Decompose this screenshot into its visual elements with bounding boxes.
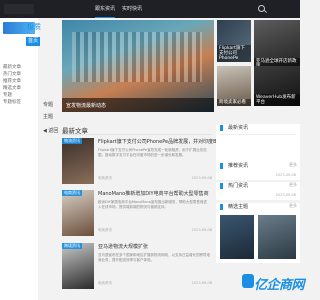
nav-item-flash[interactable]: 实时快讯 bbox=[122, 5, 142, 12]
article-meta: 电商资讯 bbox=[98, 176, 112, 180]
article-date: 2023-09-08 bbox=[191, 281, 212, 285]
panel-item-date: 2023-09-08 bbox=[275, 193, 296, 197]
featured-tile-2[interactable]: 亚马逊全球开店新政策 bbox=[254, 20, 300, 70]
panel-item-date: 2023-09-08 bbox=[275, 173, 296, 177]
article-thumbnail[interactable]: 跨境资讯 bbox=[62, 243, 94, 289]
article-item[interactable]: 电商资讯 ManoMano推新增加DIY电商平台帮助大型零售商 欧洲DIY家居电… bbox=[62, 190, 212, 240]
nav-item-news[interactable]: 跟东资讯 bbox=[95, 5, 116, 18]
panel-divider bbox=[220, 134, 296, 135]
featured-tile-caption: 跨境卖家必看 bbox=[217, 99, 251, 106]
left-sidebar bbox=[0, 18, 38, 300]
hero-banner[interactable]: 宣发物流最新动态 bbox=[62, 20, 214, 112]
article-title[interactable]: 亚马逊物流大规模扩张 bbox=[98, 243, 148, 250]
panel-more-link[interactable]: 更多 bbox=[289, 182, 297, 188]
article-thumbnail[interactable]: 物流资讯 bbox=[62, 138, 94, 184]
side-button-theme[interactable]: 主题 bbox=[43, 113, 53, 120]
side-button-back[interactable]: ◀ 返回 bbox=[43, 127, 58, 134]
article-tag: 物流资讯 bbox=[62, 138, 82, 144]
watermark-logo: 亿企商网 bbox=[240, 270, 305, 296]
sidebar-title: 极质 bbox=[27, 23, 41, 31]
article-description: 欧洲DIY家居电商平台ManoMano宣布推出新服务，帮助大型零售商进入在线市场… bbox=[98, 200, 207, 209]
panel-accent-bar bbox=[220, 183, 223, 189]
section-divider bbox=[62, 134, 212, 135]
hero-caption: 宣发物流最新动态 bbox=[66, 103, 107, 109]
article-tag: 跨境资讯 bbox=[62, 243, 82, 249]
topic-card-image[interactable] bbox=[258, 215, 296, 259]
right-panel-featured-topics: 精选主题 更多 bbox=[216, 203, 300, 263]
side-button-topic[interactable]: 专题 bbox=[43, 101, 53, 108]
sidebar-item-featured[interactable]: 精选文章 bbox=[3, 85, 21, 91]
panel-heading: 最新资讯 bbox=[228, 125, 249, 131]
featured-tile-3[interactable]: 跨境卖家必看 bbox=[217, 66, 251, 106]
hero-caption-bar: 宣发物流最新动态 bbox=[62, 98, 214, 112]
article-description: Flipkart旗下支付公司PhonePe宣布完成一轮新融资，用于扩展业务范围，… bbox=[98, 148, 207, 157]
right-panel-latest: 最新资讯 bbox=[216, 124, 300, 162]
panel-accent-bar bbox=[220, 163, 223, 169]
article-tag: 电商资讯 bbox=[62, 190, 82, 196]
article-item[interactable]: 跨境资讯 亚马逊物流大规模扩张 亚马逊宣布在多个国家和地区扩展其物流网络，以支持… bbox=[62, 243, 212, 293]
right-panel-hot: 热门资讯 更多 2023-09-08 bbox=[216, 182, 300, 200]
featured-tile-1[interactable]: Flipkart旗下支付公司PhonePe bbox=[217, 20, 251, 62]
topic-card-image[interactable] bbox=[220, 215, 254, 259]
sidebar-item-topic-tags[interactable]: 专题标签 bbox=[3, 99, 21, 105]
panel-heading: 热门资讯 bbox=[228, 183, 249, 189]
article-description: 亚马逊宣布在多个国家和地区扩展其物流网络，以支持日益增长的跨境电商业务，提升配送… bbox=[98, 253, 210, 262]
panel-heading: 精选主题 bbox=[228, 204, 249, 210]
article-thumbnail[interactable]: 电商资讯 bbox=[62, 190, 94, 236]
panel-accent-bar bbox=[220, 204, 223, 210]
panel-more-link[interactable]: 更多 bbox=[289, 203, 297, 209]
watermark-text: 亿企商网 bbox=[254, 278, 305, 293]
search-icon[interactable] bbox=[258, 5, 265, 12]
sidebar-item-topic[interactable]: 专题 bbox=[3, 92, 12, 98]
article-date: 2023-09-08 bbox=[191, 228, 212, 232]
article-date: 2023-09-08 bbox=[191, 176, 212, 180]
panel-more-link[interactable]: 更多 bbox=[289, 162, 297, 168]
site-logo[interactable] bbox=[4, 4, 34, 14]
article-item[interactable]: 物流资讯 Flipkart旗下支付公司PhonePe品牌发展，并对印度B2B进行… bbox=[62, 138, 243, 188]
watermark-mark-icon bbox=[242, 274, 254, 288]
sidebar-item-recommend[interactable]: 推荐文章 bbox=[3, 78, 21, 84]
article-meta: 电商资讯 bbox=[98, 228, 112, 232]
right-panel-recommend: 推荐资讯 更多 2023-09-08 bbox=[216, 162, 300, 180]
sidebar-item-latest[interactable]: 最新文章 bbox=[3, 64, 21, 70]
article-meta: 电商资讯 bbox=[98, 281, 112, 285]
sidebar-item-hot[interactable]: 热门文章 bbox=[3, 71, 21, 77]
hero-image bbox=[72, 32, 202, 82]
panel-accent-bar bbox=[220, 125, 223, 131]
featured-tile-caption: Flipkart旗下支付公司PhonePe bbox=[217, 45, 251, 62]
featured-tile-4[interactable]: WeaverHub发布新平台 bbox=[254, 66, 300, 106]
article-title[interactable]: ManoMano推新增加DIY电商平台帮助大型零售商 bbox=[98, 190, 209, 197]
featured-tile-caption: WeaverHub发布新平台 bbox=[254, 94, 300, 106]
panel-heading: 推荐资讯 bbox=[228, 163, 249, 169]
sidebar-home-button[interactable]: 首页 bbox=[26, 37, 40, 46]
top-navigation-bar: 跟东资讯 实时快讯 bbox=[0, 0, 300, 18]
